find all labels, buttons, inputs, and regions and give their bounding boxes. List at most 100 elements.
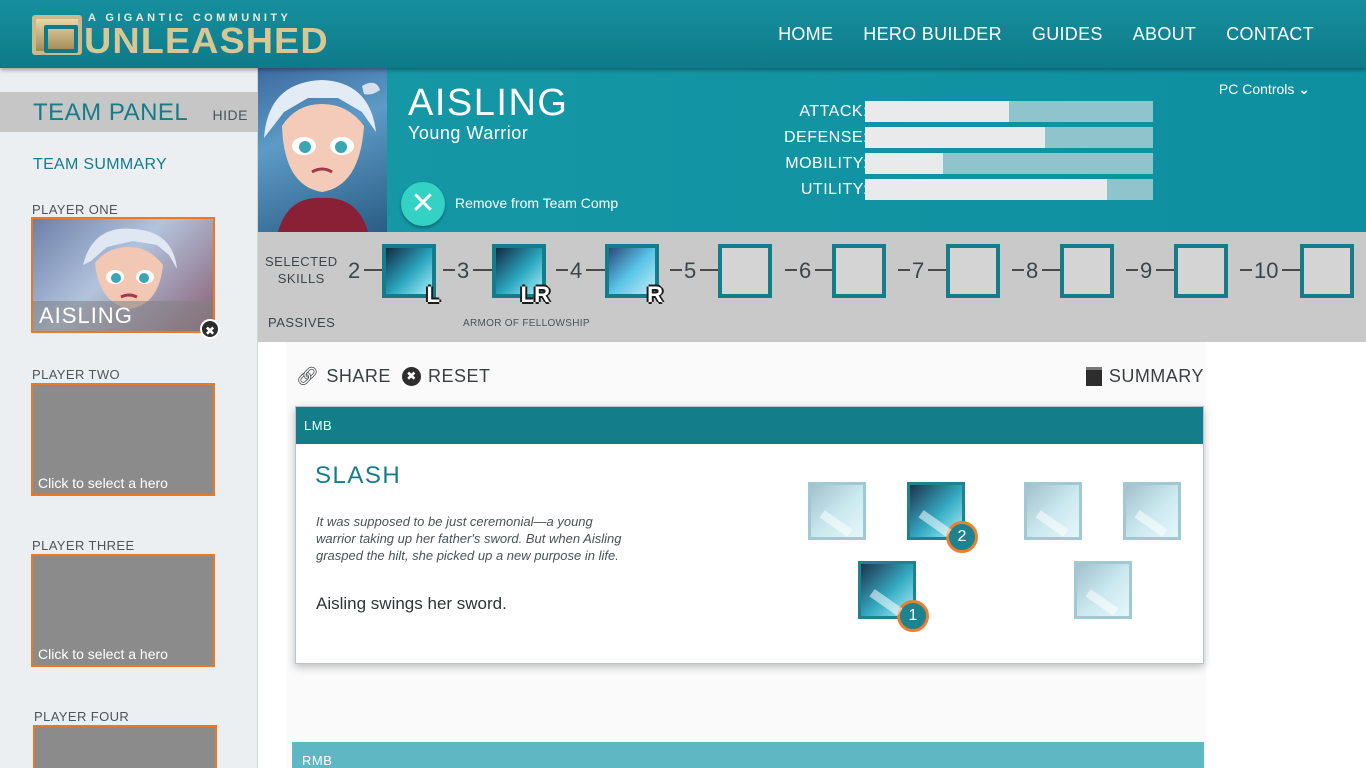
player-two-card[interactable]: Click to select a hero bbox=[31, 383, 215, 496]
nav-contact[interactable]: CONTACT bbox=[1226, 24, 1314, 45]
close-circle-icon: ✖ bbox=[402, 367, 421, 386]
skill-connector bbox=[1240, 269, 1252, 271]
skill-slot[interactable] bbox=[1060, 244, 1114, 298]
hide-panel-button[interactable]: HIDE bbox=[213, 107, 248, 123]
hero-name: AISLING bbox=[408, 82, 569, 124]
selected-skills-label-line2: SKILLS bbox=[277, 271, 325, 286]
team-panel-title: TEAM PANEL bbox=[33, 99, 189, 126]
skill-slot[interactable] bbox=[832, 244, 886, 298]
player-three-hint: Click to select a hero bbox=[38, 646, 168, 662]
selected-skills-label: SELECTED SKILLS bbox=[265, 253, 338, 287]
build-actions: 🔗︎ SHARE ✖ RESET SUMMARY bbox=[296, 366, 1204, 390]
rmb-tab[interactable]: RMB bbox=[292, 742, 1204, 768]
skill-lore: It was supposed to be just ceremonial—a … bbox=[316, 514, 622, 563]
skill-slot[interactable] bbox=[1300, 244, 1354, 298]
rank-badge: 1 bbox=[897, 600, 929, 632]
player-one-hero-name: AISLING bbox=[39, 303, 133, 328]
skill-connector bbox=[1126, 269, 1138, 271]
upgrade-node[interactable] bbox=[808, 482, 866, 540]
stat-bar bbox=[865, 179, 1153, 200]
skill-level-label: 10 bbox=[1254, 258, 1279, 283]
skill-slot[interactable]: L bbox=[382, 244, 440, 307]
skill-connector bbox=[1156, 269, 1174, 271]
skill-slot[interactable]: R bbox=[605, 244, 663, 307]
hero-header: AISLING Young Warrior ✕ Remove from Team… bbox=[258, 68, 1366, 232]
logo-title: UNLEASHED bbox=[84, 20, 329, 61]
stat-fill bbox=[865, 127, 1045, 148]
rank-badge: 2 bbox=[946, 521, 978, 553]
stat-label: UTILITY: bbox=[800, 181, 868, 198]
skill-slot[interactable] bbox=[946, 244, 1000, 298]
pc-controls-label: PC Controls bbox=[1218, 81, 1295, 97]
player-two-label: PLAYER TWO bbox=[32, 367, 121, 382]
player-one-label: PLAYER ONE bbox=[32, 202, 119, 217]
upgrade-node-selected[interactable]: 2 bbox=[907, 482, 978, 553]
pc-controls-dropdown[interactable]: PC Controls ⌄ bbox=[1219, 81, 1310, 98]
stat-label: ATTACK: bbox=[799, 103, 868, 120]
upgrade-node[interactable] bbox=[1074, 561, 1132, 619]
passive-name: ARMOR OF FELLOWSHIP bbox=[463, 318, 590, 329]
skill-level-label: 4 bbox=[570, 258, 583, 283]
nav-guides[interactable]: GUIDES bbox=[1032, 24, 1103, 45]
skill-level-label: 2 bbox=[348, 258, 361, 283]
lmb-tab[interactable]: LMB bbox=[296, 407, 1203, 444]
remove-from-team-label[interactable]: Remove from Team Comp bbox=[455, 195, 618, 211]
player-one-card[interactable]: AISLING bbox=[31, 217, 215, 333]
skill-connector bbox=[586, 269, 605, 271]
skill-connector bbox=[928, 269, 946, 271]
share-label: SHARE bbox=[326, 366, 391, 386]
skill-level-label: 8 bbox=[1026, 258, 1039, 283]
hero-portrait-icon bbox=[264, 80, 380, 232]
upgrade-node-selected[interactable]: 1 bbox=[858, 561, 929, 632]
nav-home[interactable]: HOME bbox=[778, 24, 833, 45]
upgrade-node[interactable] bbox=[1123, 482, 1181, 540]
skill-key-label: LR bbox=[520, 282, 550, 307]
skill-level-label: 5 bbox=[684, 258, 697, 283]
skill-slot[interactable] bbox=[1174, 244, 1228, 298]
skill-connector bbox=[443, 269, 455, 271]
close-icon: ✕ bbox=[410, 187, 436, 220]
player-four-label: PLAYER FOUR bbox=[34, 709, 130, 724]
skill-connector bbox=[1042, 269, 1060, 271]
skill-slot[interactable]: LR bbox=[492, 244, 550, 307]
top-navigation-bar: A GIGANTIC COMMUNITY UNLEASHED HOME HERO… bbox=[0, 0, 1366, 68]
stat-label: MOBILITY: bbox=[785, 155, 868, 172]
player-four-card[interactable] bbox=[33, 725, 217, 768]
skill-connector bbox=[1012, 269, 1024, 271]
team-panel: TEAM PANEL HIDE TEAM SUMMARY PLAYER ONE … bbox=[0, 68, 258, 768]
skill-level-label: 9 bbox=[1140, 258, 1153, 283]
skill-key-label: R bbox=[647, 282, 663, 307]
skill-connector bbox=[815, 269, 832, 271]
skill-level-label: 6 bbox=[799, 258, 812, 283]
hero-subtitle: Young Warrior bbox=[408, 123, 529, 143]
hero-builder-page: A GIGANTIC COMMUNITY UNLEASHED HOME HERO… bbox=[0, 0, 1366, 768]
skill-level-label: 7 bbox=[912, 258, 925, 283]
skill-description: Aisling swings her sword. bbox=[316, 594, 507, 613]
chevron-down-icon: ⌄ bbox=[1298, 81, 1310, 97]
skill-connector bbox=[364, 269, 382, 271]
summary-button[interactable]: SUMMARY bbox=[1085, 366, 1204, 387]
stat-fill bbox=[865, 153, 943, 174]
team-summary-link[interactable]: TEAM SUMMARY bbox=[33, 156, 167, 174]
share-button[interactable]: 🔗︎ SHARE bbox=[296, 366, 391, 387]
skill-connector bbox=[670, 269, 682, 271]
player-three-card[interactable]: Click to select a hero bbox=[31, 554, 215, 667]
stat-fill bbox=[865, 179, 1107, 200]
site-logo[interactable]: A GIGANTIC COMMUNITY UNLEASHED bbox=[32, 12, 328, 61]
remove-player-one-icon[interactable]: ✖ bbox=[200, 319, 220, 339]
skill-key-label: L bbox=[426, 282, 440, 307]
stat-fill bbox=[865, 101, 1009, 122]
team-panel-header: TEAM PANEL HIDE bbox=[0, 92, 258, 132]
nav-hero-builder[interactable]: HERO BUILDER bbox=[863, 24, 1002, 45]
stat-bar bbox=[865, 101, 1153, 122]
player-three-label: PLAYER THREE bbox=[32, 538, 135, 553]
upgrade-node[interactable] bbox=[1024, 482, 1082, 540]
link-icon: 🔗︎ bbox=[296, 366, 320, 386]
skill-slot[interactable] bbox=[718, 244, 772, 298]
reset-button[interactable]: ✖ RESET bbox=[402, 366, 491, 387]
nav-about[interactable]: ABOUT bbox=[1133, 24, 1197, 45]
logo-mark-icon bbox=[32, 15, 82, 55]
remove-from-team-button[interactable]: ✕ bbox=[401, 182, 445, 226]
skill-connector bbox=[898, 269, 910, 271]
hero-portrait bbox=[258, 68, 387, 232]
